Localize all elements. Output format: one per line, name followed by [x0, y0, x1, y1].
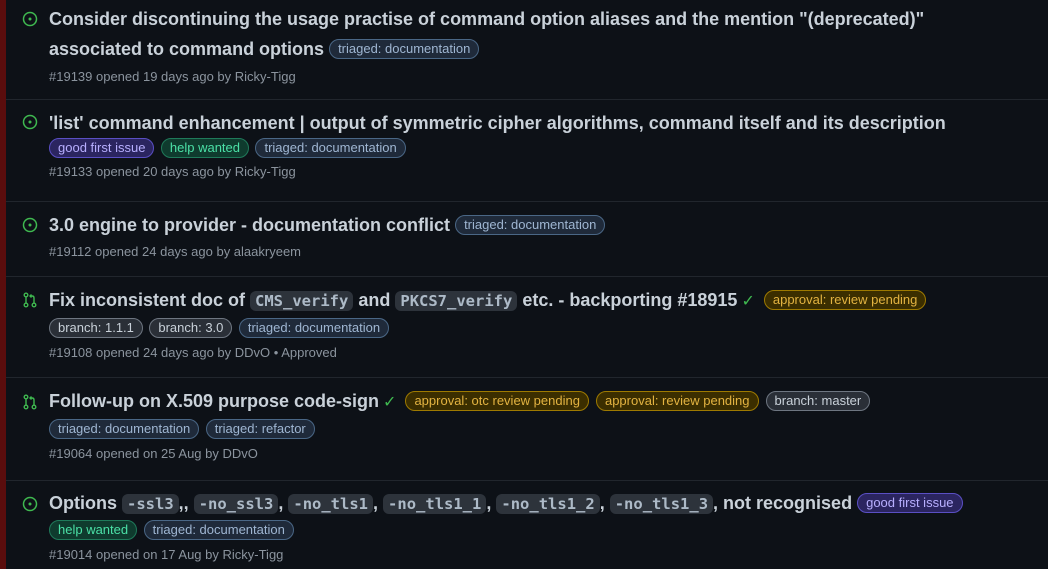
issue-opened-icon	[22, 496, 38, 512]
label-good-first-issue[interactable]: good first issue	[49, 138, 155, 158]
issue-meta: #19014 opened on 17 Aug by Ricky-Tigg	[49, 547, 284, 562]
label-branch-master[interactable]: branch: master	[765, 391, 871, 411]
list-item[interactable]: Fix inconsistent doc of CMS_verify and P…	[6, 277, 1048, 378]
issue-meta: #19139 opened 19 days ago by Ricky-Tigg	[49, 69, 296, 84]
label-help-wanted[interactable]: help wanted	[160, 138, 250, 158]
issue-list: Consider discontinuing the usage practis…	[6, 0, 1048, 569]
pr-title-link[interactable]: Fix inconsistent doc of CMS_verify and P…	[49, 290, 737, 311]
label-triaged-refactor[interactable]: triaged: refactor	[205, 419, 315, 439]
list-item[interactable]: 'list' command enhancement | output of s…	[6, 100, 1048, 202]
list-item[interactable]: Follow-up on X.509 purpose code-sign ✓ ap…	[6, 378, 1048, 481]
list-item[interactable]: 3.0 engine to provider - documentation c…	[6, 202, 1048, 277]
check-icon[interactable]: ✓	[741, 293, 754, 310]
label-triaged-documentation[interactable]: triaged: documentation	[455, 215, 606, 235]
issue-title-link[interactable]: 'list' command enhancement | output of s…	[49, 113, 946, 133]
label-branch-3-0[interactable]: branch: 3.0	[149, 318, 233, 338]
label-triaged-documentation[interactable]: triaged: documentation	[238, 318, 390, 338]
label-branch-1-1-1[interactable]: branch: 1.1.1	[49, 318, 143, 338]
issue-opened-icon	[22, 217, 38, 233]
label-triaged-documentation[interactable]: triaged: documentation	[329, 39, 480, 59]
issue-meta: #19112 opened 24 days ago by alaakryeem	[49, 244, 302, 259]
issue-opened-icon	[22, 114, 38, 130]
issue-meta: #19133 opened 20 days ago by Ricky-Tigg	[49, 164, 296, 179]
list-item[interactable]: Options -ssl3,, -no_ssl3, -no_tls1, -no_…	[6, 481, 1048, 569]
issue-title-link[interactable]: Consider discontinuing the usage practis…	[49, 9, 924, 59]
issue-opened-icon	[22, 11, 38, 27]
pr-title-link[interactable]: Follow-up on X.509 purpose code-sign	[49, 391, 379, 411]
label-triaged-documentation[interactable]: triaged: documentation	[143, 520, 294, 540]
list-item[interactable]: Consider discontinuing the usage practis…	[6, 0, 1048, 100]
label-good-first-issue[interactable]: good first issue	[857, 493, 963, 513]
label-help-wanted[interactable]: help wanted	[49, 520, 138, 540]
label-approval-otc-review-pending[interactable]: approval: otc review pending	[405, 391, 589, 411]
label-triaged-documentation[interactable]: triaged: documentation	[49, 419, 200, 439]
pull-request-icon	[23, 394, 37, 410]
pr-meta: #19064 opened on 25 Aug by DDvO	[49, 446, 258, 461]
label-approval-review-pending[interactable]: approval: review pending	[595, 391, 759, 411]
issue-title-link[interactable]: 3.0 engine to provider - documentation c…	[49, 215, 450, 235]
issue-title-link[interactable]: Options -ssl3,, -no_ssl3, -no_tls1, -no_…	[49, 493, 852, 514]
check-icon[interactable]: ✓	[383, 394, 396, 411]
pull-request-icon	[23, 292, 37, 308]
pr-meta: #19108 opened 24 days ago by DDvO • Appr…	[49, 345, 337, 360]
label-triaged-documentation[interactable]: triaged: documentation	[255, 138, 406, 158]
label-approval-review-pending[interactable]: approval: review pending	[763, 290, 927, 310]
